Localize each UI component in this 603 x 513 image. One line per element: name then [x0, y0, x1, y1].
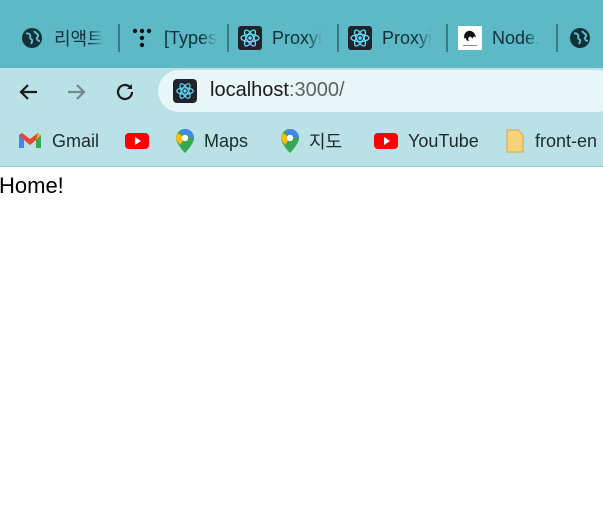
url-host: localhost	[210, 79, 289, 101]
tab-react-korean[interactable]: 리액트	[20, 20, 108, 56]
tab-title: 리액트	[54, 29, 104, 49]
bookmark-label: 지도	[309, 132, 343, 152]
globe-icon	[570, 28, 590, 48]
forward-arrow-icon	[68, 84, 86, 100]
bookmark-label: Gmail	[52, 130, 100, 151]
tab-separator	[118, 24, 120, 52]
url-path: :3000/	[288, 79, 345, 101]
bookmark-folder-front-end[interactable]: front-en	[505, 126, 597, 156]
tab-strip: 리액트 [Types Proxyi Proxyi Node.	[0, 0, 603, 68]
tab-title: [Types	[164, 27, 218, 48]
bookmark-gmail[interactable]: Gmail	[18, 126, 99, 156]
react-logo-icon	[173, 79, 197, 103]
home-heading: Home!	[0, 173, 64, 198]
gmail-icon	[19, 133, 41, 148]
youtube-icon	[125, 133, 149, 149]
tab-title: Proxyi	[382, 27, 433, 48]
page-content: Home!	[0, 167, 603, 513]
bookmarks-bar: Gmail Maps 지도 YouTube front-en	[0, 116, 603, 167]
back-arrow-icon	[19, 84, 37, 100]
reload-icon	[116, 83, 134, 101]
dots-logo-icon	[132, 28, 152, 48]
tab-globe[interactable]	[568, 20, 603, 56]
back-button[interactable]	[14, 77, 44, 107]
bookmark-label: Maps	[204, 130, 249, 151]
tab-separator	[556, 24, 558, 52]
tab-proxy-1[interactable]: Proxyi	[238, 20, 328, 56]
bookmark-label: YouTube	[408, 130, 479, 151]
bookmark-label: front-en	[535, 130, 598, 151]
globe-icon	[22, 28, 42, 48]
navigation-toolbar: localhost:3000/	[0, 68, 603, 116]
react-logo-icon	[348, 26, 372, 50]
bookmark-korean-maps[interactable]: 지도	[281, 126, 342, 156]
tab-typescript[interactable]: [Types	[130, 20, 218, 56]
reload-button[interactable]	[110, 77, 140, 107]
maps-pin-icon	[176, 129, 194, 153]
youtube-icon	[374, 133, 398, 149]
url-text[interactable]: localhost:3000/	[210, 79, 345, 102]
tab-title: Node.	[492, 27, 541, 48]
tab-separator	[337, 24, 339, 52]
node-logo-icon	[458, 26, 482, 50]
tab-title: Proxyi	[272, 27, 323, 48]
address-bar[interactable]: localhost:3000/	[158, 70, 603, 112]
bookmark-youtube-named[interactable]: YouTube	[374, 126, 479, 156]
folder-icon	[506, 129, 524, 153]
tab-separator	[446, 24, 448, 52]
bookmark-maps[interactable]: Maps	[176, 126, 248, 156]
forward-button[interactable]	[61, 77, 91, 107]
tab-node[interactable]: Node.	[458, 20, 546, 56]
tab-separator	[227, 24, 229, 52]
react-logo-icon	[238, 26, 262, 50]
bookmark-youtube[interactable]	[125, 126, 149, 156]
maps-pin-icon	[281, 129, 299, 153]
tab-proxy-2[interactable]: Proxyi	[348, 20, 436, 56]
